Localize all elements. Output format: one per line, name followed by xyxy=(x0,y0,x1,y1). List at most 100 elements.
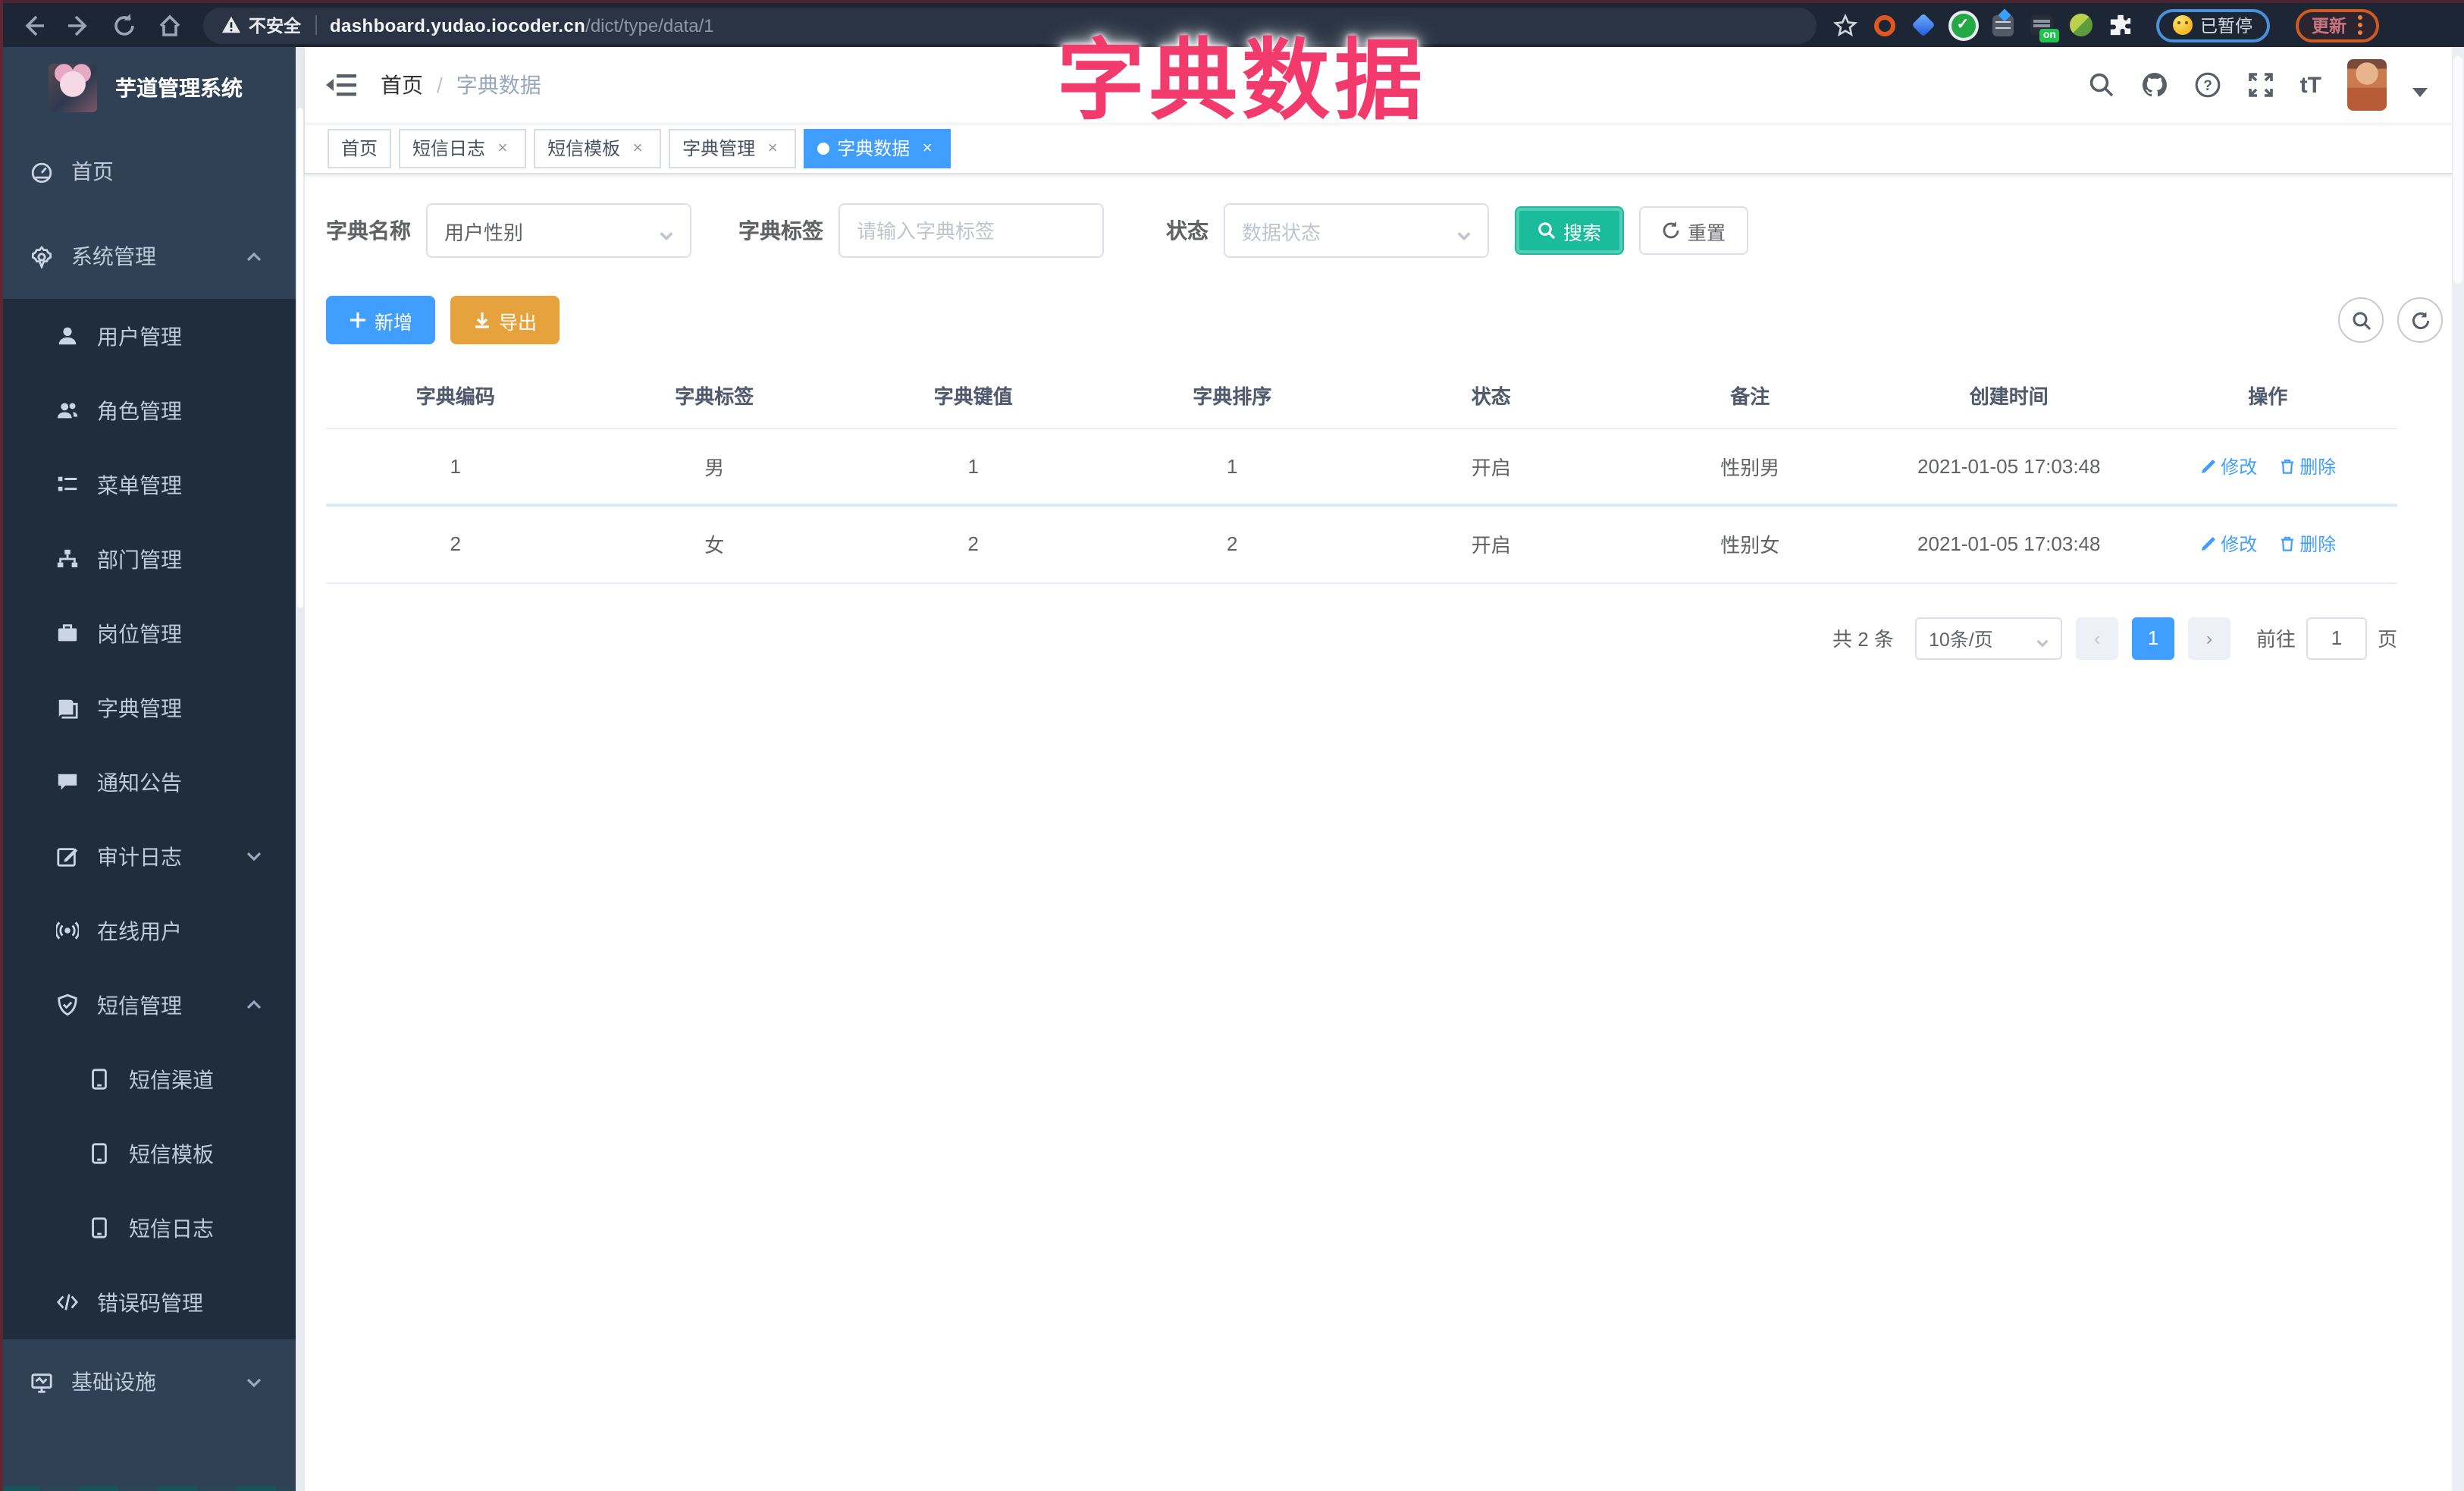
current-page-button[interactable]: 1 xyxy=(2131,617,2174,659)
tab-4[interactable]: 字典数据 × xyxy=(804,128,951,168)
column-header: 备注 xyxy=(1620,364,1879,428)
edit-link[interactable]: 修改 xyxy=(2199,532,2257,557)
edit-link[interactable]: 修改 xyxy=(2199,454,2257,479)
tab-1[interactable]: 短信日志 × xyxy=(399,128,527,168)
url-path: /dict/type/data/1 xyxy=(585,14,714,36)
phone-icon xyxy=(88,1216,111,1239)
user-avatar[interactable] xyxy=(2347,59,2387,111)
bookmark-star-icon[interactable] xyxy=(1832,12,1857,38)
help-icon[interactable]: ? xyxy=(2194,71,2221,99)
app-logo-row[interactable]: 芋道管理系统 xyxy=(0,47,296,129)
sidebar-collapse-icon[interactable] xyxy=(326,73,356,97)
extension-leaf-icon[interactable] xyxy=(2068,12,2094,38)
code-icon xyxy=(56,1291,79,1314)
sidebar-item-label: 系统管理 xyxy=(71,244,156,268)
extension-sliders-icon[interactable] xyxy=(1989,12,2015,38)
cell-created: 2021-01-05 17:03:48 xyxy=(1879,505,2139,583)
home-icon[interactable] xyxy=(158,13,182,37)
close-tab-icon[interactable]: × xyxy=(628,138,647,158)
table-row[interactable]: 2 女 2 2 开启 性别女 2021-01-05 17:03:48 修改 删除 xyxy=(326,505,2397,583)
sidebar-item-0[interactable]: 首页 xyxy=(0,129,296,214)
tab-2[interactable]: 短信模板 × xyxy=(534,128,662,168)
breadcrumb-home[interactable]: 首页 xyxy=(381,70,423,100)
profile-paused-badge[interactable]: 已暂停 xyxy=(2156,8,2269,42)
close-tab-icon[interactable]: × xyxy=(917,138,937,158)
extension-green-check-icon[interactable]: ✓ xyxy=(1950,12,1976,38)
fullscreen-icon[interactable] xyxy=(2247,71,2274,99)
prev-page-button[interactable]: ‹ xyxy=(2075,617,2118,659)
sidebar-item-label: 短信管理 xyxy=(97,993,182,1017)
sidebar-item-12[interactable]: 短信渠道 xyxy=(0,1042,296,1116)
table-toolbar: 新增 导出 xyxy=(326,296,2443,344)
sidebar-item-14[interactable]: 短信日志 xyxy=(0,1191,296,1265)
sidebar-item-label: 短信日志 xyxy=(129,1216,214,1240)
column-header: 字典排序 xyxy=(1102,364,1362,428)
reload-icon[interactable] xyxy=(112,13,136,37)
edit-square-icon xyxy=(56,845,79,868)
forward-icon[interactable] xyxy=(67,13,91,37)
table-row[interactable]: 1 男 1 1 开启 性别男 2021-01-05 17:03:48 修改 删除 xyxy=(326,428,2397,507)
message-icon xyxy=(56,771,79,793)
extension-blue-gem-icon[interactable] xyxy=(1911,12,1936,38)
chevron-up-icon xyxy=(246,248,262,265)
page-scrollbar[interactable] xyxy=(2452,47,2464,1491)
sidebar-item-15[interactable]: 错误码管理 xyxy=(0,1265,296,1339)
next-page-button[interactable]: › xyxy=(2187,617,2230,659)
cell-code: 1 xyxy=(326,428,585,507)
sidebar-item-label: 错误码管理 xyxy=(97,1290,203,1314)
goto-page-input[interactable] xyxy=(2306,617,2367,659)
sidebar-item-16[interactable]: 基础设施 xyxy=(0,1339,296,1424)
extensions-puzzle-icon[interactable] xyxy=(2108,12,2133,38)
sidebar-item-3[interactable]: 角色管理 xyxy=(0,373,296,447)
extension-on-switch-icon[interactable]: on xyxy=(2029,12,2059,42)
back-icon[interactable] xyxy=(21,13,45,37)
column-header: 字典编码 xyxy=(326,364,585,428)
delete-link[interactable]: 删除 xyxy=(2278,454,2336,479)
kebab-menu-icon[interactable] xyxy=(2357,23,2362,27)
sidebar-item-7[interactable]: 字典管理 xyxy=(0,670,296,745)
user-menu-caret-icon[interactable] xyxy=(2412,88,2428,97)
github-icon[interactable] xyxy=(2141,71,2168,99)
toggle-search-icon[interactable] xyxy=(2338,297,2384,343)
address-bar[interactable]: 不安全 dashboard.yudao.iocoder.cn /dict/typ… xyxy=(203,7,1817,43)
tab-label: 字典数据 xyxy=(837,138,911,159)
page-size-select[interactable]: 10条/页 xyxy=(1914,617,2062,659)
close-tab-icon[interactable]: × xyxy=(493,138,513,158)
sidebar-item-8[interactable]: 通知公告 xyxy=(0,745,296,819)
extension-orange-ring-icon[interactable] xyxy=(1871,12,1897,38)
delete-link[interactable]: 删除 xyxy=(2278,532,2336,557)
sidebar-item-2[interactable]: 用户管理 xyxy=(0,299,296,373)
sidebar-item-label: 基础设施 xyxy=(71,1370,156,1394)
font-size-icon[interactable]: tT xyxy=(2300,72,2321,98)
sidebar-item-6[interactable]: 岗位管理 xyxy=(0,596,296,670)
sidebar-item-4[interactable]: 菜单管理 xyxy=(0,447,296,522)
sidebar-item-9[interactable]: 审计日志 xyxy=(0,819,296,893)
sidebar-item-5[interactable]: 部门管理 xyxy=(0,522,296,596)
shield-icon xyxy=(56,993,79,1016)
dict-name-select[interactable]: 用户性别 xyxy=(426,203,691,258)
status-placeholder: 数据状态 xyxy=(1242,221,1321,243)
sidebar-item-10[interactable]: 在线用户 xyxy=(0,893,296,968)
phone-icon xyxy=(88,1142,111,1165)
search-button[interactable]: 搜索 xyxy=(1515,206,1625,255)
sidebar-item-13[interactable]: 短信模板 xyxy=(0,1116,296,1191)
sidebar-scrollbar[interactable] xyxy=(296,47,305,1491)
tab-3[interactable]: 字典管理 × xyxy=(669,128,797,168)
sidebar-item-label: 审计日志 xyxy=(97,844,182,868)
dict-label-input[interactable] xyxy=(857,219,1086,242)
column-header: 字典键值 xyxy=(844,364,1103,428)
status-select[interactable]: 数据状态 xyxy=(1224,203,1489,258)
sidebar-item-1[interactable]: 系统管理 xyxy=(0,214,296,299)
browser-update-button[interactable]: 更新 xyxy=(2295,8,2378,42)
tab-0[interactable]: 首页 xyxy=(328,128,392,168)
reset-button[interactable]: 重置 xyxy=(1639,206,1749,255)
active-tab-dot xyxy=(817,142,830,154)
export-button[interactable]: 导出 xyxy=(450,296,560,344)
security-warning-icon xyxy=(221,15,241,35)
paused-label: 已暂停 xyxy=(2200,17,2252,36)
sidebar-item-11[interactable]: 短信管理 xyxy=(0,968,296,1042)
close-tab-icon[interactable]: × xyxy=(763,138,782,158)
header-search-icon[interactable] xyxy=(2088,71,2115,99)
refresh-table-icon[interactable] xyxy=(2397,297,2443,343)
add-button[interactable]: 新增 xyxy=(326,296,436,344)
